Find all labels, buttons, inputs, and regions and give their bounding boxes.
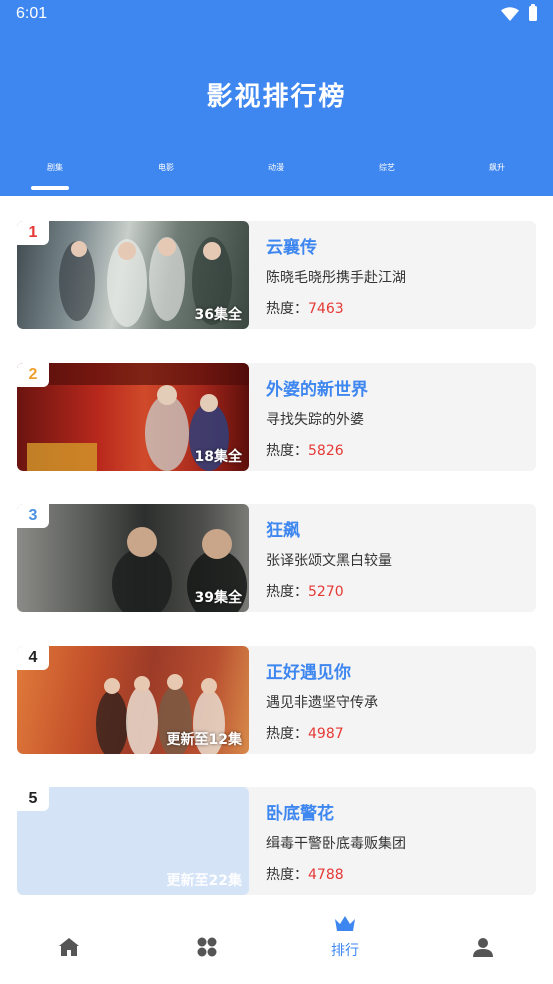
list-item[interactable]: 2 18集全 外婆的新世界 寻找失踪的外婆 热度：5826 xyxy=(17,363,536,471)
app-header: 6:01 影视排行榜 剧集 电影 动漫 综艺 飙升 xyxy=(0,0,553,196)
list-item[interactable]: 3 39集全 狂飙 张译张颂文黑白较量 热度：5270 xyxy=(17,504,536,612)
show-title[interactable]: 外婆的新世界 xyxy=(266,375,368,400)
user-icon xyxy=(473,938,493,957)
heat-row: 热度：5826 xyxy=(266,440,344,460)
item-info: 外婆的新世界 寻找失踪的外婆 热度：5826 xyxy=(266,363,536,471)
bottom-navigation: 排行 xyxy=(0,902,553,984)
rank-badge: 1 xyxy=(17,221,49,245)
status-bar: 6:01 xyxy=(0,0,553,28)
show-description: 张译张颂文黑白较量 xyxy=(266,553,392,569)
status-icons xyxy=(501,4,537,21)
poster-image: 4 更新至12集 xyxy=(17,646,249,754)
episode-tag: 更新至22集 xyxy=(166,873,242,889)
show-title[interactable]: 狂飙 xyxy=(266,516,300,541)
heat-value: 4987 xyxy=(308,726,344,742)
heat-label: 热度： xyxy=(266,584,308,600)
list-item[interactable]: 1 36集全 云襄传 陈晓毛晓彤携手赴江湖 热度：7463 xyxy=(17,221,536,329)
show-description: 遇见非遗坚守传承 xyxy=(266,695,378,711)
nav-home[interactable] xyxy=(19,902,119,984)
heat-row: 热度：7463 xyxy=(266,298,344,318)
category-icon xyxy=(197,937,217,957)
heat-value: 4788 xyxy=(308,867,344,883)
tab-movies[interactable]: 电影 xyxy=(131,162,201,173)
tab-rising[interactable]: 飙升 xyxy=(462,162,532,173)
heat-label: 热度： xyxy=(266,443,308,459)
poster-image: 2 18集全 xyxy=(17,363,249,471)
tab-variety[interactable]: 综艺 xyxy=(352,162,422,173)
rank-badge: 2 xyxy=(17,363,49,387)
active-tab-indicator xyxy=(31,186,69,190)
show-title[interactable]: 卧底警花 xyxy=(266,799,334,824)
page-title: 影视排行榜 xyxy=(206,82,347,112)
nav-category[interactable] xyxy=(157,902,257,984)
show-description: 缉毒干警卧底毒贩集团 xyxy=(266,836,406,852)
poster-image: 3 39集全 xyxy=(17,504,249,612)
poster-placeholder: 5 更新至22集 xyxy=(17,787,249,895)
show-title[interactable]: 云襄传 xyxy=(266,233,317,258)
item-info: 云襄传 陈晓毛晓彤携手赴江湖 热度：7463 xyxy=(266,221,536,329)
crown-icon xyxy=(335,916,355,931)
poster-image: 1 36集全 xyxy=(17,221,249,329)
nav-ranking[interactable]: 排行 xyxy=(295,902,395,984)
nav-ranking-label: 排行 xyxy=(331,943,359,959)
episode-tag: 18集全 xyxy=(194,449,242,465)
rank-badge: 3 xyxy=(17,504,49,528)
heat-value: 7463 xyxy=(308,301,344,317)
show-description: 寻找失踪的外婆 xyxy=(266,412,364,428)
show-description: 陈晓毛晓彤携手赴江湖 xyxy=(266,270,406,286)
tab-anime[interactable]: 动漫 xyxy=(241,162,311,173)
heat-row: 热度：4788 xyxy=(266,864,344,884)
heat-label: 热度： xyxy=(266,867,308,883)
heat-row: 热度：5270 xyxy=(266,581,344,601)
heat-value: 5826 xyxy=(308,443,344,459)
list-item[interactable]: 4 更新至12集 正好遇见你 遇见非遗坚守传承 热度：4987 xyxy=(17,646,536,754)
category-tabs: 剧集 电影 动漫 综艺 飙升 xyxy=(0,158,553,196)
home-icon xyxy=(59,938,79,956)
heat-label: 热度： xyxy=(266,726,308,742)
item-info: 卧底警花 缉毒干警卧底毒贩集团 热度：4788 xyxy=(266,787,536,895)
nav-profile[interactable] xyxy=(433,902,533,984)
battery-icon xyxy=(529,4,537,21)
item-info: 狂飙 张译张颂文黑白较量 热度：5270 xyxy=(266,504,536,612)
rank-badge: 5 xyxy=(17,787,49,811)
show-title[interactable]: 正好遇见你 xyxy=(266,658,351,683)
wifi-icon xyxy=(501,6,519,21)
status-time: 6:01 xyxy=(16,5,48,22)
tab-series[interactable]: 剧集 xyxy=(20,162,90,173)
heat-row: 热度：4987 xyxy=(266,723,344,743)
episode-tag: 39集全 xyxy=(194,590,242,606)
item-info: 正好遇见你 遇见非遗坚守传承 热度：4987 xyxy=(266,646,536,754)
episode-tag: 36集全 xyxy=(194,307,242,323)
episode-tag: 更新至12集 xyxy=(166,732,242,748)
list-item[interactable]: 5 更新至22集 卧底警花 缉毒干警卧底毒贩集团 热度：4788 xyxy=(17,787,536,895)
heat-value: 5270 xyxy=(308,584,344,600)
rank-badge: 4 xyxy=(17,646,49,670)
heat-label: 热度： xyxy=(266,301,308,317)
